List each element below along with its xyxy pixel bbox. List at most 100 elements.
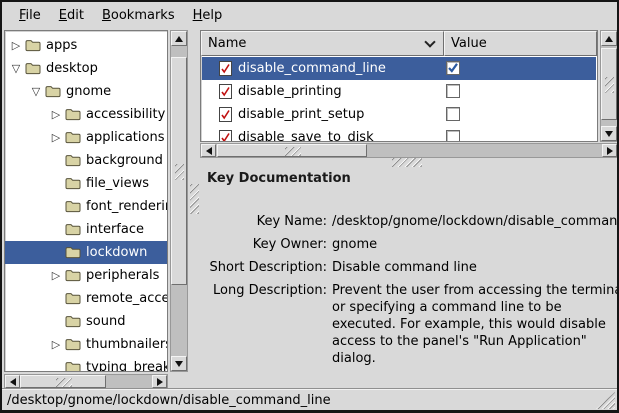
tree-item-background[interactable]: background [5, 149, 167, 172]
value-checkbox[interactable] [446, 130, 460, 141]
tree-item-lockdown[interactable]: lockdown [5, 241, 167, 264]
key-icon [219, 130, 232, 141]
tree-item-accessibility[interactable]: ▷ accessibility [5, 103, 167, 126]
menubar: File Edit Bookmarks Help [2, 2, 617, 28]
expander-collapsed-icon[interactable]: ▷ [47, 333, 65, 356]
folder-icon [65, 246, 81, 259]
list-row-disable_command_line[interactable]: disable_command_line [202, 57, 596, 80]
tree-item-label: typing_break [86, 360, 168, 372]
list-row-disable_save_to_disk[interactable]: disable_save_to_disk [202, 126, 596, 141]
value-checkbox[interactable] [446, 84, 460, 98]
tree-item-gnome[interactable]: ▽ gnome [5, 80, 167, 103]
key-icon [219, 107, 232, 122]
scroll-right-button[interactable] [602, 144, 617, 157]
expander-expanded-icon[interactable]: ▽ [27, 80, 45, 103]
tree-item-label: file_views [86, 176, 149, 191]
tree-item-font_rendering[interactable]: font_rendering [5, 195, 167, 218]
tree-horizontal-scrollbar[interactable] [4, 374, 168, 389]
folder-icon [65, 269, 81, 282]
folder-icon [65, 315, 81, 328]
thumb-grip [285, 147, 301, 156]
expander-collapsed-icon[interactable]: ▷ [47, 103, 65, 126]
list-vertical-scrollbar[interactable] [600, 30, 618, 142]
expander-collapsed-icon[interactable]: ▷ [47, 264, 65, 287]
up-arrow-icon [605, 36, 613, 42]
tree-item-label: background [86, 153, 163, 168]
menu-edit[interactable]: Edit [50, 5, 93, 26]
tree-item-label: interface [86, 222, 144, 237]
scroll-thumb[interactable] [217, 144, 367, 157]
menu-file[interactable]: File [10, 5, 50, 26]
tree-item-label: remote_access [86, 291, 168, 306]
tree-item-label: gnome [66, 84, 111, 99]
list-rows: disable_command_linedisable_printingdisa… [202, 57, 596, 141]
tree-item-label: accessibility [86, 107, 165, 122]
column-header-name[interactable]: Name [201, 31, 444, 56]
expander-collapsed-icon[interactable]: ▷ [7, 34, 25, 57]
tree-item-label: font_rendering [86, 199, 168, 214]
tree-item-peripherals[interactable]: ▷peripherals [5, 264, 167, 287]
column-value-label: Value [451, 36, 487, 51]
tree-item-label: thumbnailers [86, 337, 168, 352]
tree-item-desktop[interactable]: ▽desktop [5, 57, 167, 80]
tree-item-apps[interactable]: ▷ apps [5, 34, 167, 57]
folder-icon [25, 39, 41, 52]
doc-field-value: Disable command line [332, 259, 619, 276]
tree-item-file_views[interactable]: file_views [5, 172, 167, 195]
right-arrow-icon [607, 147, 613, 155]
folder-icon [65, 177, 81, 190]
scroll-down-button[interactable] [601, 126, 617, 141]
key-icon [219, 84, 232, 99]
folder-icon [65, 154, 81, 167]
down-arrow-icon [175, 361, 183, 367]
menu-bookmarks[interactable]: Bookmarks [93, 5, 184, 26]
folder-icon [45, 85, 61, 98]
folder-icon [65, 223, 81, 236]
tree-item-remote_access[interactable]: remote_access [5, 287, 167, 310]
scroll-left-button[interactable] [5, 375, 20, 388]
tree-item-label: apps [46, 38, 77, 53]
scroll-right-button[interactable] [152, 375, 167, 388]
horizontal-pane-splitter[interactable] [392, 158, 422, 167]
list-horizontal-scrollbar[interactable] [200, 143, 618, 158]
tree-item-interface[interactable]: interface [5, 218, 167, 241]
tree-item-thumbnailers[interactable]: ▷ thumbnailers [5, 333, 167, 356]
column-header-value[interactable]: Value [444, 31, 597, 56]
left-arrow-icon [10, 378, 16, 386]
tree-item-applications[interactable]: ▷applications [5, 126, 167, 149]
tree-vertical-scrollbar[interactable] [170, 30, 188, 372]
doc-field-label: Key Name: [200, 213, 327, 230]
tree-item-typing_break[interactable]: typing_break [5, 356, 167, 372]
scroll-up-button[interactable] [171, 31, 187, 46]
tree-item-label: lockdown [86, 245, 147, 260]
value-checkbox[interactable] [446, 61, 460, 75]
folder-icon [65, 292, 81, 305]
scroll-thumb[interactable] [601, 48, 617, 120]
key-list: Name Value disable_command_line disable_p… [200, 30, 598, 142]
list-header: Name Value [201, 31, 597, 56]
left-arrow-icon [206, 147, 212, 155]
menu-help[interactable]: Help [184, 5, 232, 26]
doc-field-value: /desktop/gnome/lockdown/disable_command_… [332, 213, 619, 230]
list-row-disable_printing[interactable]: disable_printing [202, 80, 596, 103]
statusbar: /desktop/gnome/lockdown/disable_command_… [2, 390, 617, 410]
expander-collapsed-icon[interactable]: ▷ [47, 126, 65, 149]
expander-expanded-icon[interactable]: ▽ [7, 57, 25, 80]
key-name-label: disable_command_line [238, 61, 386, 76]
list-row-disable_print_setup[interactable]: disable_print_setup [202, 103, 596, 126]
doc-field-label: Long Description: [200, 282, 327, 367]
scroll-thumb[interactable] [171, 57, 187, 285]
down-arrow-icon [605, 131, 613, 137]
key-icon [219, 61, 232, 76]
doc-field-value: gnome [332, 236, 619, 253]
value-checkbox[interactable] [446, 107, 460, 121]
sort-descending-icon [424, 36, 435, 47]
scroll-down-button[interactable] [171, 356, 187, 371]
folder-icon [65, 338, 81, 351]
tree-item-sound[interactable]: sound [5, 310, 167, 333]
scroll-left-button[interactable] [201, 144, 216, 157]
vertical-pane-splitter[interactable] [190, 184, 199, 214]
scroll-up-button[interactable] [601, 31, 617, 46]
scroll-thumb[interactable] [20, 375, 106, 388]
key-documentation-fields: Key Name: /desktop/gnome/lockdown/disable… [200, 213, 618, 367]
